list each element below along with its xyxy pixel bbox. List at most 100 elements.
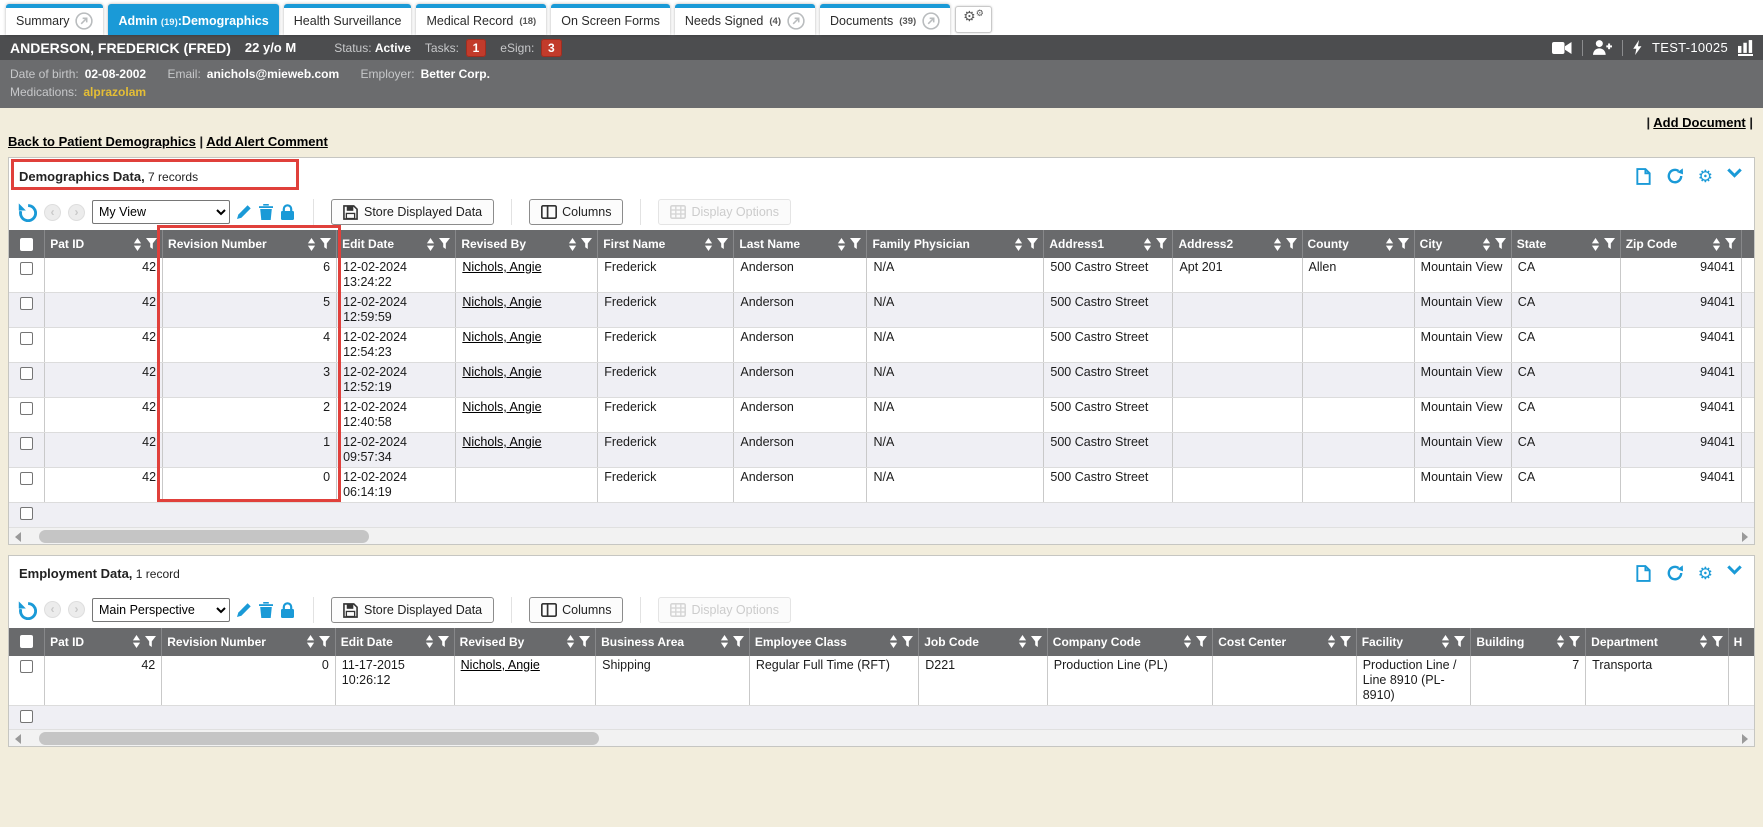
column-header-department[interactable]: Department (1586, 628, 1728, 656)
filter-icon[interactable] (579, 636, 590, 648)
back-to-demographics-link[interactable]: Back to Patient Demographics (8, 134, 196, 149)
store-displayed-data-button[interactable]: Store Displayed Data (331, 597, 494, 623)
refresh-icon[interactable] (1667, 168, 1684, 185)
tab-options-button[interactable]: ⚙⚙ (955, 6, 992, 33)
column-header-job-code[interactable]: Job Code (919, 628, 1048, 656)
chevron-down-icon[interactable] (1727, 168, 1744, 185)
row-checkbox[interactable] (20, 402, 33, 415)
video-camera-icon[interactable] (1552, 42, 1572, 54)
filter-icon[interactable] (1196, 636, 1207, 648)
view-select[interactable]: Main Perspective (92, 598, 230, 622)
column-header-business-area[interactable]: Business Area (596, 628, 750, 656)
sort-icon[interactable] (1385, 238, 1394, 251)
column-header-building[interactable]: Building (1471, 628, 1586, 656)
popout-icon[interactable] (787, 12, 805, 30)
sort-icon[interactable] (1591, 238, 1600, 251)
sort-icon[interactable] (1018, 635, 1027, 648)
gear-icon[interactable]: ⚙ (1698, 565, 1713, 582)
undo-icon[interactable] (17, 202, 37, 222)
revised-by-link[interactable]: Nichols, Angie (462, 295, 541, 309)
scroll-left-arrow[interactable] (15, 532, 21, 542)
medications-value[interactable]: alprazolam (83, 85, 146, 99)
sort-icon[interactable] (425, 635, 434, 648)
row-checkbox[interactable] (20, 262, 33, 275)
store-displayed-data-button[interactable]: Store Displayed Data (331, 199, 494, 225)
filter-icon[interactable] (1340, 636, 1351, 648)
revised-by-link[interactable]: Nichols, Angie (462, 260, 541, 274)
filter-icon[interactable] (1286, 238, 1297, 250)
column-header-address1[interactable]: Address1 (1044, 230, 1173, 258)
column-header-first-name[interactable]: First Name (598, 230, 734, 258)
sort-icon[interactable] (132, 635, 141, 648)
tab-on-screen-forms[interactable]: On Screen Forms (551, 4, 670, 35)
filter-icon[interactable] (1725, 238, 1736, 250)
filter-icon[interactable] (319, 636, 330, 648)
tasks-badge[interactable]: 1 (466, 39, 487, 57)
tab-documents[interactable]: Documents (39) (820, 4, 950, 35)
filter-icon[interactable] (146, 238, 157, 250)
sort-icon[interactable] (837, 238, 846, 251)
popout-icon[interactable] (75, 12, 93, 30)
revised-by-link[interactable]: Nichols, Angie (462, 435, 541, 449)
esign-indicator[interactable]: eSign: 3 (500, 41, 561, 55)
tab-summary[interactable]: Summary (6, 4, 103, 35)
column-header-edit-date[interactable]: Edit Date (337, 230, 456, 258)
filter-icon[interactable] (438, 636, 449, 648)
column-header-state[interactable]: State (1511, 230, 1620, 258)
sort-icon[interactable] (1014, 238, 1023, 251)
filter-icon[interactable] (320, 238, 331, 250)
row-checkbox[interactable] (20, 660, 33, 673)
columns-button[interactable]: Columns (529, 597, 623, 623)
filter-icon[interactable] (1495, 238, 1506, 250)
column-header-pat-id[interactable]: Pat ID (45, 628, 162, 656)
lock-view-icon[interactable] (281, 204, 296, 220)
column-header-county[interactable]: County (1302, 230, 1414, 258)
filter-icon[interactable] (1712, 636, 1723, 648)
column-header-revision-number[interactable]: Revision Number (162, 628, 336, 656)
filter-icon[interactable] (1156, 238, 1167, 250)
column-header-zip-code[interactable]: Zip Code (1620, 230, 1741, 258)
column-header-city[interactable]: City (1414, 230, 1511, 258)
filter-icon[interactable] (581, 238, 592, 250)
popout-icon[interactable] (922, 12, 940, 30)
column-header-partial[interactable]: H (1728, 628, 1754, 656)
tab-admin-demographics[interactable]: Admin (19):Demographics (108, 4, 278, 35)
column-header-revised-by[interactable]: Revised By (456, 230, 598, 258)
sort-icon[interactable] (1327, 635, 1336, 648)
tab-medical-record[interactable]: Medical Record (18) (416, 4, 546, 35)
filter-icon[interactable] (1454, 636, 1465, 648)
row-checkbox[interactable] (20, 472, 33, 485)
revised-by-link[interactable]: Nichols, Angie (462, 365, 541, 379)
refresh-icon[interactable] (1667, 565, 1684, 582)
sort-icon[interactable] (1441, 635, 1450, 648)
filter-icon[interactable] (1398, 238, 1409, 250)
column-header-last-name[interactable]: Last Name (734, 230, 867, 258)
sort-icon[interactable] (704, 238, 713, 251)
scroll-right-arrow[interactable] (1742, 734, 1748, 744)
lock-view-icon[interactable] (281, 602, 296, 618)
lightning-bolt-icon[interactable] (1633, 40, 1642, 55)
select-all-checkbox[interactable] (20, 238, 33, 251)
filter-icon[interactable] (145, 636, 156, 648)
sort-icon[interactable] (1273, 238, 1282, 251)
sort-icon[interactable] (568, 238, 577, 251)
scroll-left-arrow[interactable] (15, 734, 21, 744)
column-header-revision-number[interactable]: Revision Number (163, 230, 337, 258)
chart-icon[interactable] (1738, 40, 1753, 56)
sort-icon[interactable] (1712, 238, 1721, 251)
delete-view-trash-icon[interactable] (259, 602, 274, 618)
select-all-checkbox[interactable] (20, 635, 33, 648)
column-header-facility[interactable]: Facility (1356, 628, 1471, 656)
esign-badge[interactable]: 3 (541, 39, 562, 57)
filter-icon[interactable] (902, 636, 913, 648)
revised-by-link[interactable]: Nichols, Angie (462, 400, 541, 414)
column-header-company-code[interactable]: Company Code (1047, 628, 1212, 656)
sort-icon[interactable] (426, 238, 435, 251)
add-document-link[interactable]: Add Document (1653, 115, 1745, 130)
filter-icon[interactable] (717, 238, 728, 250)
row-checkbox[interactable] (20, 710, 33, 723)
delete-view-trash-icon[interactable] (259, 204, 274, 220)
filter-icon[interactable] (1027, 238, 1038, 250)
row-checkbox[interactable] (20, 297, 33, 310)
new-document-icon[interactable] (1636, 168, 1653, 185)
